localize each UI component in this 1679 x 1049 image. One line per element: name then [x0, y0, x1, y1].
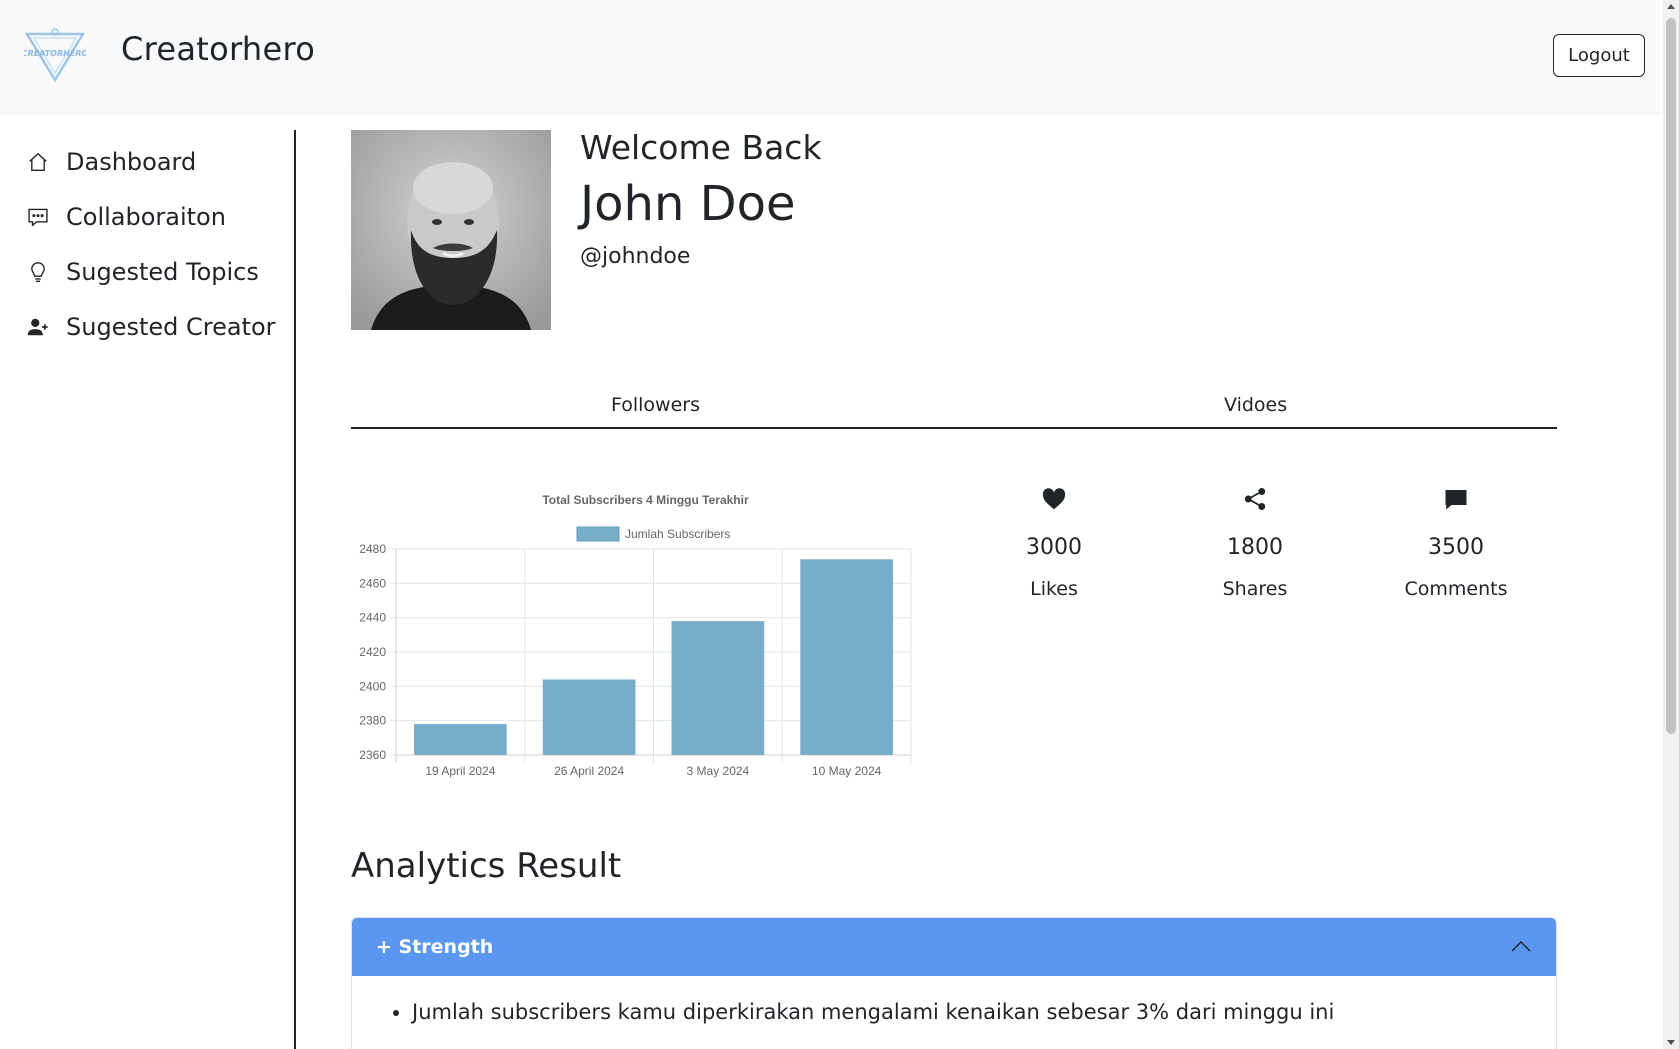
y-tick-label: 2380 — [359, 714, 386, 728]
brand-title[interactable]: Creatorhero — [121, 30, 315, 68]
strength-accordion: + Strength Jumlah subscribers kamu diper… — [351, 917, 1557, 1049]
chat-icon — [1376, 485, 1536, 513]
profile-avatar — [351, 130, 551, 330]
tab-bar: Followers Vidoes — [351, 384, 1557, 429]
user-handle: @johndoe — [580, 244, 691, 269]
y-tick-label: 2480 — [359, 542, 386, 556]
strength-list: Jumlah subscribers kamu diperkirakan men… — [352, 976, 1556, 1024]
y-tick-label: 2460 — [359, 576, 386, 590]
tab-videos[interactable]: Vidoes — [1224, 394, 1287, 416]
house-icon — [26, 150, 50, 174]
scroll-down-arrow-icon[interactable] — [1667, 1040, 1675, 1045]
comments-label: Comments — [1404, 578, 1508, 600]
chat-dots-icon — [26, 205, 50, 229]
legend-swatch — [576, 526, 620, 542]
sidebar-item-sugested-topics[interactable]: Sugested Topics — [26, 252, 259, 292]
tab-followers[interactable]: Followers — [611, 394, 700, 416]
x-tick-label: 3 May 2024 — [687, 764, 750, 778]
shares-label: Shares — [1222, 578, 1288, 600]
likes-stat: 3000 Likes — [974, 485, 1134, 600]
top-navbar: CREATORHERO Creatorhero Logout — [0, 0, 1663, 112]
sidebar: Dashboard Collaboraiton Sugested Topics … — [0, 130, 296, 1049]
chevron-up-icon[interactable] — [1510, 938, 1532, 957]
vertical-scrollbar[interactable] — [1663, 0, 1679, 1049]
comments-stat: 3500 Comments — [1376, 485, 1536, 600]
analytics-result-heading: Analytics Result — [351, 846, 622, 886]
sidebar-item-label: Sugested Creator — [66, 313, 276, 341]
logo-text: CREATORHERO — [24, 49, 86, 58]
y-tick-label: 2440 — [359, 611, 386, 625]
comments-value: 3500 — [1428, 535, 1484, 560]
share-icon — [1175, 485, 1335, 513]
chart-bar — [542, 679, 636, 755]
scroll-up-arrow-icon[interactable] — [1667, 4, 1675, 9]
chart-title: Total Subscribers 4 Minggu Terakhir — [542, 493, 749, 507]
x-tick-label: 26 April 2024 — [554, 764, 624, 778]
scrollbar-thumb[interactable] — [1666, 18, 1676, 734]
heart-icon — [974, 485, 1134, 513]
x-tick-label: 10 May 2024 — [812, 764, 882, 778]
accordion-title: + Strength — [376, 936, 494, 958]
sidebar-item-collaboration[interactable]: Collaboraiton — [26, 197, 226, 237]
list-item: Jumlah subscribers kamu diperkirakan men… — [412, 1000, 1532, 1024]
sidebar-item-sugested-creator[interactable]: Sugested Creator — [26, 307, 276, 347]
shares-stat: 1800 Shares — [1175, 485, 1335, 600]
likes-value: 3000 — [1026, 535, 1082, 560]
lightbulb-icon — [26, 260, 50, 284]
welcome-text: Welcome Back — [580, 128, 822, 167]
sidebar-item-label: Collaboraiton — [66, 203, 226, 231]
likes-label: Likes — [1030, 578, 1078, 600]
logout-button[interactable]: Logout — [1553, 34, 1645, 77]
sidebar-item-label: Dashboard — [66, 148, 197, 176]
y-tick-label: 2400 — [359, 679, 386, 693]
sidebar-item-label: Sugested Topics — [66, 258, 259, 286]
person-add-icon — [26, 315, 50, 339]
chart-bar — [800, 559, 893, 755]
shares-value: 1800 — [1227, 535, 1283, 560]
chart-bar — [414, 724, 507, 755]
creatorhero-logo[interactable]: CREATORHERO — [24, 26, 86, 84]
y-tick-label: 2420 — [359, 645, 386, 659]
x-tick-label: 19 April 2024 — [425, 764, 495, 778]
strength-accordion-header[interactable]: + Strength — [352, 918, 1556, 976]
chart-bar — [671, 621, 765, 755]
sidebar-item-dashboard[interactable]: Dashboard — [26, 142, 196, 182]
legend-label: Jumlah Subscribers — [625, 527, 730, 541]
user-name: John Doe — [580, 176, 796, 232]
subscribers-bar-chart: Total Subscribers 4 Minggu Terakhir Jumla… — [351, 480, 956, 785]
y-tick-label: 2360 — [359, 748, 386, 762]
